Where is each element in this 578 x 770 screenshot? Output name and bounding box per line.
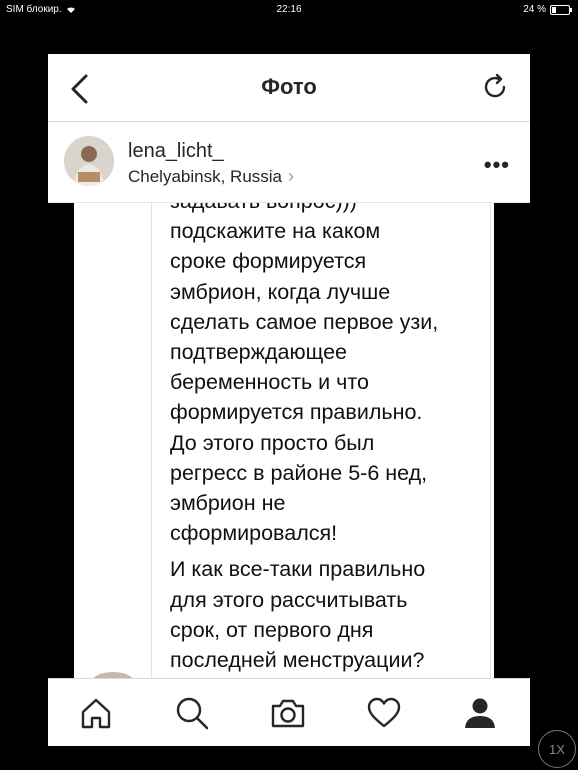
message-line: подскажите на каком: [170, 219, 381, 244]
avatar-image: [64, 136, 114, 186]
refresh-icon[interactable]: [480, 72, 510, 102]
message-line: И как все-таки правильно: [170, 557, 426, 582]
tab-bar: [48, 678, 530, 746]
post-image[interactable]: задавать вопрос))) подскажите на каком с…: [48, 202, 530, 678]
message-line: подтверждающее: [170, 340, 347, 365]
battery-percent: 24 %: [523, 4, 546, 15]
camera-icon[interactable]: [270, 695, 306, 731]
username-link[interactable]: lena_licht_: [128, 140, 224, 163]
location-label: Chelyabinsk, Russia: [128, 166, 283, 186]
battery-fill: [552, 6, 556, 13]
bubble-border-left: [151, 202, 152, 678]
more-options-button[interactable]: •••: [484, 152, 510, 178]
message-line: сроке формируется: [170, 249, 367, 274]
message-line: задавать вопрос))): [170, 202, 490, 216]
status-bar: SIM блокир. 22:16 24 %: [0, 0, 578, 20]
heart-icon[interactable]: [366, 695, 402, 731]
message-line: формируется правильно.: [170, 400, 423, 425]
location-link[interactable]: Chelyabinsk, Russia ›: [128, 166, 294, 187]
profile-icon[interactable]: [462, 695, 498, 731]
message-line: До этого просто был: [170, 430, 375, 455]
message-line: сформировался!: [170, 521, 338, 546]
post-header: lena_licht_ Chelyabinsk, Russia › •••: [48, 122, 530, 203]
message-line: эмбрион не: [170, 491, 286, 516]
message-text: задавать вопрос))) подскажите на каком с…: [170, 202, 490, 675]
app-screen: Фото lena_licht_ Chelyabinsk, Russia › •…: [48, 54, 530, 746]
message-line: беременность и что: [170, 370, 369, 395]
status-right: 24 %: [523, 4, 572, 15]
search-icon[interactable]: [174, 695, 210, 731]
status-time: 22:16: [276, 4, 302, 15]
avatar[interactable]: [64, 136, 114, 186]
message-line: срок, от первого дня: [170, 617, 374, 642]
message-line: регресс в районе 5-6 нед,: [170, 460, 428, 485]
message-line: последней менструации?: [170, 648, 425, 673]
zoom-badge[interactable]: 1X: [538, 730, 576, 768]
bubble-border-right: [490, 202, 491, 678]
message-line: сделать самое первое узи,: [170, 309, 439, 334]
nav-header: Фото: [48, 54, 530, 122]
battery-icon: [550, 4, 572, 15]
home-icon[interactable]: [78, 695, 114, 731]
chevron-right-icon: ›: [288, 166, 295, 186]
message-line: для этого рассчитывать: [170, 587, 408, 612]
page-title: Фото: [261, 74, 317, 99]
message-line: эмбрион, когда лучше: [170, 279, 391, 304]
